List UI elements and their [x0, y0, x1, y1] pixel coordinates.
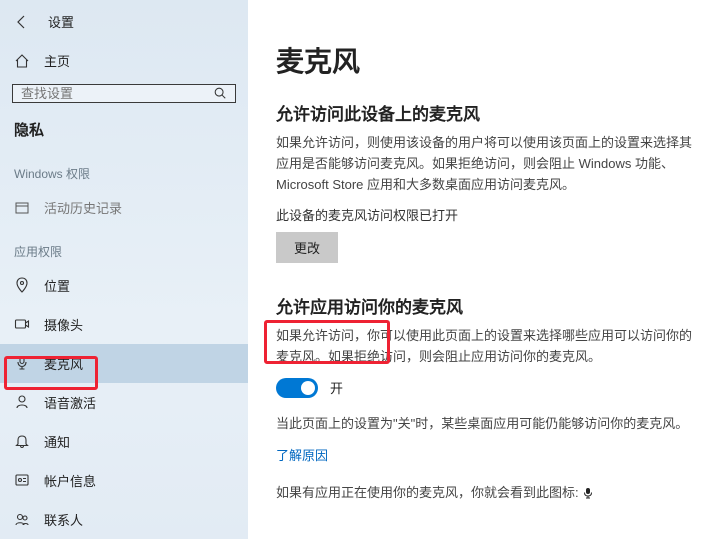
allow-apps-toggle[interactable]	[276, 378, 318, 398]
nav-label: 联系人	[44, 510, 83, 529]
sidebar-item-contacts[interactable]: 联系人	[0, 500, 248, 539]
microphone-indicator-icon	[582, 487, 594, 499]
section1-desc: 如果允许访问，则使用该设备的用户将可以使用该页面上的设置来选择其应用是否能够访问…	[276, 133, 692, 195]
nav-label: 语音激活	[44, 393, 96, 412]
search-icon	[213, 86, 227, 100]
section2-note: 当此页面上的设置为"关"时，某些桌面应用可能仍能够访问你的麦克风。	[276, 414, 692, 435]
home-nav[interactable]: 主页	[0, 41, 248, 80]
group-label-windows: Windows 权限	[0, 155, 248, 188]
sidebar-item-activity[interactable]: 活动历史记录	[0, 188, 248, 227]
home-icon	[14, 53, 30, 69]
location-icon	[14, 277, 30, 293]
sidebar: 设置 主页 隐私 Windows 权限 活动历史记录 应用权限 位置 摄像头	[0, 0, 248, 539]
change-button[interactable]: 更改	[276, 232, 338, 263]
nav-label: 麦克风	[44, 354, 83, 373]
bell-icon	[14, 433, 30, 449]
sidebar-item-location[interactable]: 位置	[0, 266, 248, 305]
search-input[interactable]	[21, 86, 213, 101]
sidebar-item-notifications[interactable]: 通知	[0, 422, 248, 461]
contacts-icon	[14, 511, 30, 527]
back-icon[interactable]	[14, 14, 30, 30]
home-label: 主页	[44, 51, 70, 70]
nav-label: 摄像头	[44, 315, 83, 334]
titlebar: 设置	[0, 4, 248, 41]
content-pane: 麦克风 允许访问此设备上的麦克风 如果允许访问，则使用该设备的用户将可以使用该页…	[248, 0, 720, 539]
camera-icon	[14, 316, 30, 332]
section2-heading: 允许应用访问你的麦克风	[276, 293, 692, 318]
section1-heading: 允许访问此设备上的麦克风	[276, 100, 692, 125]
nav-label: 帐户信息	[44, 471, 96, 490]
section3-heading: 选择可访问麦克风的 Microsoft Store 应用	[276, 534, 692, 539]
nav-label: 通知	[44, 432, 70, 451]
voice-icon	[14, 394, 30, 410]
nav-label: 活动历史记录	[44, 198, 122, 217]
search-box[interactable]	[12, 84, 236, 103]
section2-desc: 如果允许访问，你可以使用此页面上的设置来选择哪些应用可以访问你的麦克风。如果拒绝…	[276, 326, 692, 368]
learn-more-link[interactable]: 了解原因	[276, 448, 328, 463]
sidebar-item-voice[interactable]: 语音激活	[0, 383, 248, 422]
toggle-state-label: 开	[330, 378, 343, 397]
account-icon	[14, 472, 30, 488]
page-title: 麦克风	[276, 40, 692, 80]
mic-in-use-tip: 如果有应用正在使用你的麦克风，你就会看到此图标:	[276, 483, 692, 504]
category-heading: 隐私	[0, 113, 248, 150]
history-icon	[14, 200, 30, 216]
window-title: 设置	[48, 12, 74, 31]
microphone-icon	[14, 355, 30, 371]
sidebar-item-camera[interactable]: 摄像头	[0, 305, 248, 344]
nav-label: 位置	[44, 276, 70, 295]
sidebar-item-account[interactable]: 帐户信息	[0, 461, 248, 500]
device-access-status: 此设备的麦克风访问权限已打开	[276, 205, 692, 224]
group-label-apps: 应用权限	[0, 233, 248, 266]
sidebar-item-microphone[interactable]: 麦克风	[0, 344, 248, 383]
